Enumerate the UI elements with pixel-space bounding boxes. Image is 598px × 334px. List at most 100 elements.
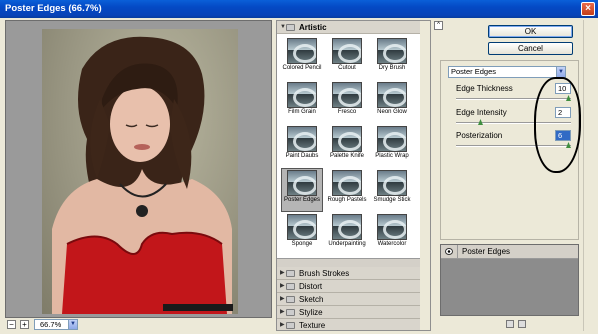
expand-triangle-icon: ▶ <box>280 309 285 315</box>
folder-icon <box>286 283 295 290</box>
filter-thumbnail[interactable]: Dry Brush <box>372 37 412 79</box>
category-label: Brush Strokes <box>299 269 350 278</box>
filter-preview-image <box>377 38 407 64</box>
title-bar: Poster Edges (66.7%) × <box>0 0 598 18</box>
ok-button[interactable]: OK <box>488 25 573 38</box>
effect-layer-row[interactable]: Poster Edges <box>441 245 578 259</box>
cancel-button[interactable]: Cancel <box>488 42 573 55</box>
filter-thumbnail-label: Underpainting <box>328 241 366 247</box>
filter-thumbnail[interactable]: Sponge <box>282 213 322 255</box>
category-label: Texture <box>299 321 326 330</box>
filter-thumbnail-label: Palette Knife <box>329 153 365 159</box>
filter-thumbnail[interactable]: Palette Knife <box>327 125 367 167</box>
filter-preview-image <box>377 170 407 196</box>
filter-preview-image <box>332 214 362 240</box>
filter-thumbnail-label: Fresco <box>337 109 357 115</box>
eye-icon[interactable] <box>445 248 453 255</box>
folder-icon <box>286 309 295 316</box>
filter-preview-image <box>332 170 362 196</box>
filter-preview-image <box>287 126 317 152</box>
expand-triangle-icon: ▶ <box>280 322 285 328</box>
category-label: Distort <box>299 282 323 291</box>
filter-select[interactable]: Poster Edges ▼ <box>448 66 566 78</box>
filter-preview-image <box>377 126 407 152</box>
filter-thumbnail-label: Poster Edges <box>283 197 321 203</box>
folder-icon <box>286 24 295 31</box>
filter-thumbnail-label: Neon Glow <box>377 109 407 115</box>
category-header[interactable]: ▶ Stylize <box>277 306 430 319</box>
effect-layer-label: Poster Edges <box>457 245 510 259</box>
edge-thickness-label: Edge Thickness <box>456 84 513 93</box>
filter-thumbnail[interactable]: Cutout <box>327 37 367 79</box>
portrait-illustration <box>52 36 232 314</box>
edge-intensity-field[interactable]: 2 <box>555 107 571 118</box>
window-title: Poster Edges (66.7%) <box>5 3 102 14</box>
posterization-field[interactable]: 6 <box>555 130 571 141</box>
filter-thumbnail[interactable]: Underpainting <box>327 213 367 255</box>
filter-thumbnail-label: Watercolor <box>377 241 407 247</box>
filter-thumbnail-label: Colored Pencil <box>282 65 322 71</box>
filter-thumbnail-label: Smudge Stick <box>373 197 411 203</box>
filter-preview-image <box>377 214 407 240</box>
filter-thumbnail-label: Plastic Wrap <box>375 153 409 159</box>
chevron-down-icon[interactable]: ▼ <box>556 66 566 78</box>
category-header[interactable]: ▶ Sketch <box>277 293 430 306</box>
edge-intensity-label: Edge Intensity <box>456 108 507 117</box>
zoom-out-button[interactable]: − <box>7 320 16 329</box>
posterization-slider[interactable] <box>456 145 571 147</box>
category-header[interactable]: ▶ Distort <box>277 280 430 293</box>
filter-thumbnail[interactable]: Neon Glow <box>372 81 412 123</box>
filter-thumbnail-label: Dry Brush <box>378 65 406 71</box>
filter-preview-image <box>377 82 407 108</box>
filter-thumbnail[interactable]: Paint Daubs <box>282 125 322 167</box>
zoom-in-button[interactable]: + <box>20 320 29 329</box>
filter-preview-image <box>332 126 362 152</box>
filter-thumbnail[interactable]: Smudge Stick <box>372 169 412 211</box>
gallery-scrollbar[interactable] <box>420 21 430 330</box>
category-artistic[interactable]: ▼ Artistic <box>277 21 430 34</box>
filter-preview-image <box>332 82 362 108</box>
category-label: Stylize <box>299 308 323 317</box>
zoom-bar: − + 66.7% ▼ <box>5 318 272 331</box>
filter-thumbnail-label: Paint Daubs <box>285 153 319 159</box>
trash-icon[interactable] <box>518 320 526 328</box>
filter-thumbnail-label: Film Grain <box>288 109 316 115</box>
folder-icon <box>286 296 295 303</box>
close-button[interactable]: × <box>581 2 595 16</box>
filter-gallery: ▼ Artistic Colored Pencil Cutout Dry Brush… <box>276 20 431 331</box>
filter-preview-image <box>287 82 317 108</box>
posterization-label: Posterization <box>456 131 503 140</box>
filter-preview-image <box>332 38 362 64</box>
filter-thumbnail-label: Sponge <box>291 241 313 247</box>
thumbnail-grid: Colored Pencil Cutout Dry Brush Film Grain F… <box>277 34 430 259</box>
filter-preview-image <box>287 38 317 64</box>
filter-preview-image <box>287 170 317 196</box>
filter-thumbnail-label: Cutout <box>338 65 356 71</box>
expand-triangle-icon: ▶ <box>280 270 285 276</box>
category-header[interactable]: ▶ Brush Strokes <box>277 267 430 280</box>
category-header[interactable]: ▶ Texture <box>277 319 430 330</box>
filter-preview-image <box>287 214 317 240</box>
folder-icon <box>286 322 295 329</box>
collapse-gallery-button[interactable]: ^ <box>434 21 443 30</box>
category-label: Artistic <box>299 23 327 32</box>
edge-intensity-slider[interactable] <box>456 122 571 124</box>
filter-thumbnail[interactable]: Watercolor <box>372 213 412 255</box>
filter-thumbnail[interactable]: Film Grain <box>282 81 322 123</box>
zoom-dropdown-button[interactable]: ▼ <box>68 319 78 330</box>
folder-icon <box>286 270 295 277</box>
filter-thumbnail[interactable]: Poster Edges <box>281 168 323 212</box>
filter-thumbnail[interactable]: Fresco <box>327 81 367 123</box>
new-effect-layer-icon[interactable] <box>506 320 514 328</box>
right-scrollbar[interactable] <box>583 20 593 331</box>
edge-thickness-slider[interactable] <box>456 98 571 100</box>
category-list: ▶ Brush Strokes ▶ Distort ▶ Sketch ▶ Stylize ▶ Te… <box>277 267 430 330</box>
filter-thumbnail[interactable]: Plastic Wrap <box>372 125 412 167</box>
filter-thumbnail[interactable]: Colored Pencil <box>282 37 322 79</box>
preview-image <box>42 29 238 314</box>
filter-thumbnail-label: Rough Pastels <box>327 197 367 203</box>
edge-thickness-field[interactable]: 10 <box>555 83 571 94</box>
effect-layers-panel: Poster Edges <box>440 244 579 316</box>
preview-pane[interactable] <box>5 20 272 318</box>
filter-thumbnail[interactable]: Rough Pastels <box>327 169 367 211</box>
